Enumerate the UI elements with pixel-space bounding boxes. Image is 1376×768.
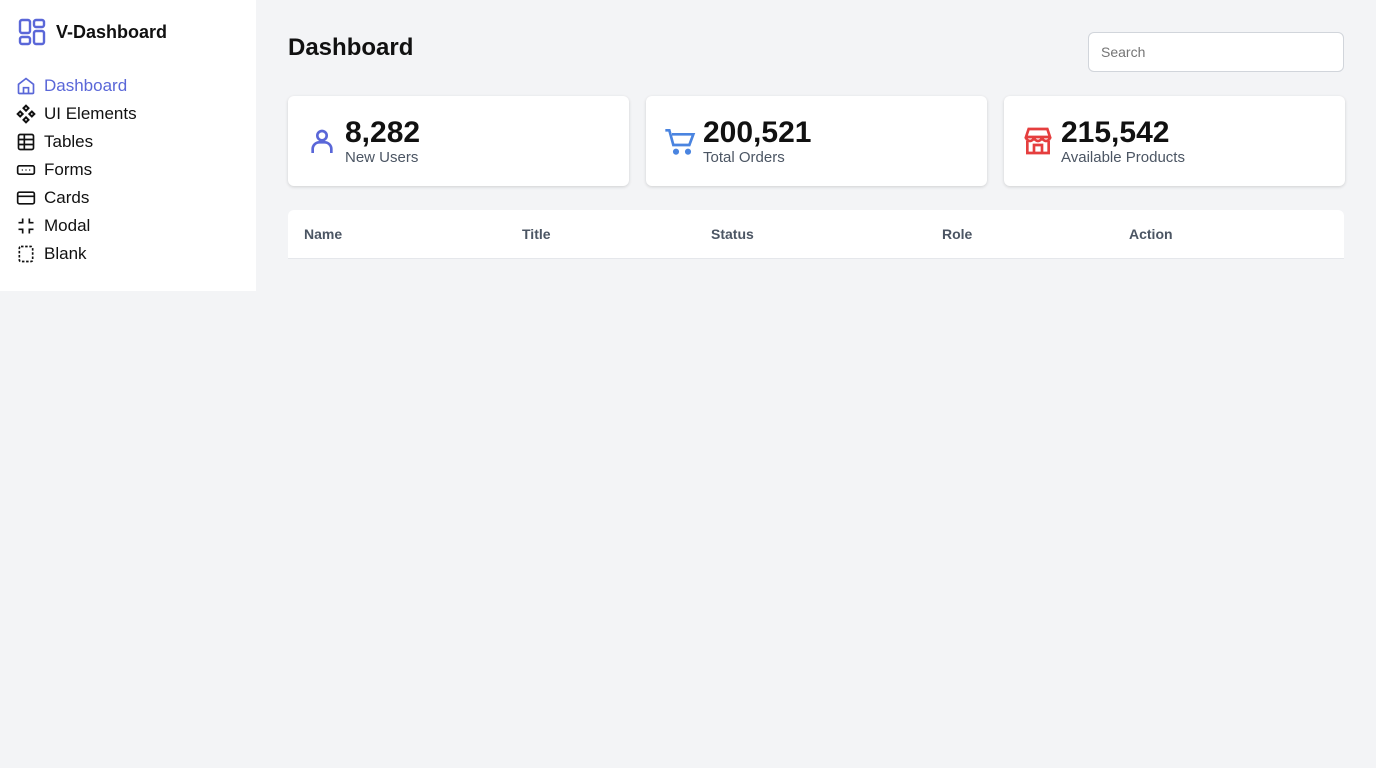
search-input[interactable] [1088,32,1344,72]
components-icon [16,104,36,124]
stat-label: Available Products [1061,148,1185,166]
sidebar-item-cards[interactable]: Cards [16,184,137,212]
sidebar-item-modal[interactable]: Modal [16,212,137,240]
sidebar-item-forms[interactable]: Forms [16,156,137,184]
blank-icon [18,245,34,263]
form-icon [16,165,36,175]
stat-card-total-orders: 200,521 Total Orders [646,96,987,186]
logo-icon [18,18,46,46]
stat-value: 215,542 [1061,115,1170,149]
stat-value: 8,282 [345,115,421,149]
sidebar-item-label: UI Elements [44,104,137,123]
card-icon [16,191,36,205]
column-header-name[interactable]: Name [304,226,342,242]
column-header-action[interactable]: Action [1129,226,1173,242]
sidebar-item-label: Modal [44,216,91,235]
stat-card-new-users: 8,282 New Users [288,96,629,186]
store-icon [1024,127,1052,155]
sidebar-item-label: Cards [44,188,90,207]
stat-label: New Users [345,148,419,166]
home-icon [17,77,35,95]
stats-cards: 8,282 New Users 200,521 Total Orders 215,5… [288,96,1345,186]
sidebar-item-ui-elements[interactable]: UI Elements [16,100,137,128]
sidebar-item-label: Blank [44,244,87,263]
user-icon [311,129,333,153]
cart-icon [665,129,696,155]
modal-icon [18,218,34,234]
sidebar-item-blank[interactable]: Blank [16,240,137,268]
table-icon [17,133,35,151]
brand-name: V-Dashboard [56,21,168,42]
column-header-status[interactable]: Status [711,226,754,242]
column-header-role[interactable]: Role [942,226,972,242]
sidebar-item-dashboard[interactable]: Dashboard [16,72,137,100]
sidebar-item-label: Forms [44,160,93,179]
stat-value: 200,521 [703,115,812,149]
stat-label: Total Orders [703,148,785,166]
sidebar-item-label: Dashboard [44,76,128,95]
sidebar-item-label: Tables [44,132,94,151]
column-header-title[interactable]: Title [522,226,551,242]
sidebar: V-Dashboard Dashboard UI Elements Tables… [0,0,256,291]
page-title: Dashboard [288,34,414,61]
sidebar-nav: Dashboard UI Elements Tables Forms Cards… [16,72,137,268]
brand[interactable]: V-Dashboard [18,18,167,46]
stat-card-available-products: 215,542 Available Products [1004,96,1345,186]
sidebar-item-tables[interactable]: Tables [16,128,137,156]
users-table-header: Name Title Status Role Action [288,210,1344,259]
